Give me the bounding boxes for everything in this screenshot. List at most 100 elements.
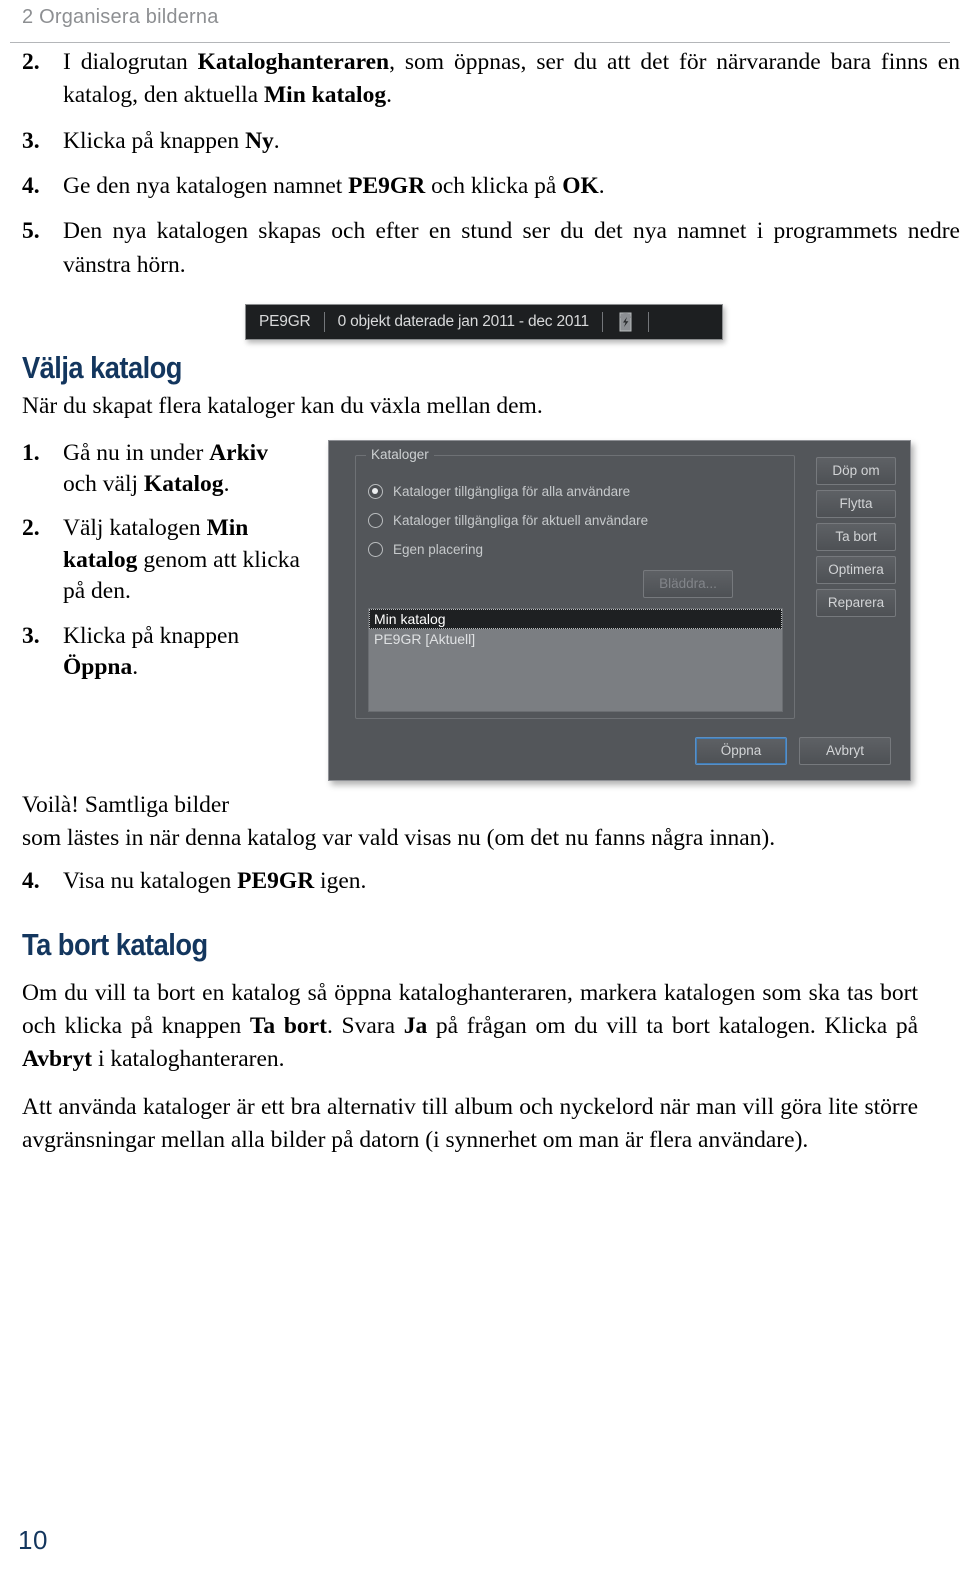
radio-button-icon	[368, 541, 383, 557]
katalog-manager-dialog: Kataloger Kataloger tillgängliga för all…	[328, 439, 911, 781]
smart-tag-icon	[619, 312, 632, 332]
kataloger-groupbox: Kataloger Kataloger tillgängliga för all…	[355, 446, 795, 719]
steps-list-top: 2. I dialogrutan Kataloghanteraren, som ö…	[0, 46, 960, 282]
emphasis-text: PE9GR	[237, 868, 315, 895]
step-number: 4.	[22, 868, 40, 895]
list-item[interactable]: PE9GR [Aktuell]	[369, 629, 782, 649]
radio-option-all-users[interactable]: Kataloger tillgängliga för alla användar…	[368, 483, 631, 499]
statusbar-catalog-name: PE9GR	[259, 313, 311, 331]
plain-text: och välj	[63, 471, 144, 497]
header-divider	[10, 42, 950, 43]
emphasis-text: Ta bort	[249, 1012, 327, 1039]
plain-text: Klicka på knappen	[63, 622, 240, 649]
section-tabort-katalog: Ta bort katalog Om du vill ta bort en ka…	[0, 927, 960, 1158]
plain-text: på frågan om du vill ta bort katalogen. …	[427, 1012, 919, 1039]
browse-button[interactable]: Bläddra...	[643, 569, 733, 598]
step-item: 4. Ge den nya katalogen namnet PE9GR och …	[0, 170, 960, 203]
step-text: Den nya katalogen skapas och efter en st…	[63, 218, 960, 277]
emphasis-text: Min katalog	[263, 82, 387, 109]
step-text: Välj katalogen Min katalog genom att kli…	[63, 515, 300, 604]
section-paragraph-1: Om du vill ta bort en katalog så öppna k…	[22, 977, 960, 1077]
plain-text: Ge den nya katalogen namnet	[63, 173, 349, 200]
emphasis-text: Arkiv	[209, 439, 268, 466]
plain-text: .	[598, 173, 605, 200]
step-item: 5. Den nya katalogen skapas och efter en …	[0, 215, 960, 282]
step-text: I dialogrutan Kataloghanteraren, som öpp…	[63, 49, 960, 108]
step-number: 2.	[22, 515, 40, 542]
rename-button[interactable]: Döp om	[816, 456, 896, 485]
emphasis-text: Avbryt	[22, 1046, 93, 1073]
delete-button[interactable]: Ta bort	[816, 522, 896, 551]
cancel-button[interactable]: Avbryt	[799, 736, 891, 765]
step-number: 2.	[22, 49, 40, 75]
plain-text: Visa nu katalogen	[63, 868, 238, 895]
radio-label: Kataloger tillgängliga för alla användar…	[393, 483, 631, 499]
emphasis-text: Katalog	[143, 471, 224, 497]
voila-line-1: Voilà! Samtliga bilder	[22, 791, 230, 818]
emphasis-text: Ny	[245, 127, 274, 154]
radio-label: Egen placering	[393, 541, 484, 557]
step-number: 5.	[22, 218, 40, 245]
step-item: 4. Visa nu katalogen PE9GR igen.	[0, 865, 960, 898]
section-title-ta-bort-katalog: Ta bort katalog	[22, 926, 208, 962]
section-title-valja-katalog: Välja katalog	[22, 350, 182, 386]
emphasis-text: Öppna	[63, 654, 133, 681]
emphasis-text: Kataloghanteraren	[197, 49, 390, 75]
step-item: 1. Gå nu in under Arkiv och välj Katalog.	[0, 438, 300, 501]
step-item: 3. Klicka på knappen Öppna.	[0, 621, 300, 684]
plain-text: och klicka på	[425, 173, 563, 200]
emphasis-text: OK	[562, 173, 599, 200]
page-content: 2. I dialogrutan Kataloghanteraren, som ö…	[0, 46, 960, 1157]
page-number: 10	[18, 1525, 48, 1555]
plain-text: .	[386, 82, 392, 109]
open-button[interactable]: Öppna	[695, 736, 787, 765]
statusbar-figure: PE9GR 0 objekt daterade jan 2011 - dec 2…	[0, 304, 960, 350]
repair-button[interactable]: Reparera	[816, 588, 896, 617]
section-paragraph-2: Att använda kataloger är ett bra alterna…	[22, 1091, 960, 1158]
groupbox-title: Kataloger	[366, 446, 434, 462]
radio-label: Kataloger tillgängliga för aktuell använ…	[393, 512, 649, 528]
plain-text: Klicka på knappen	[63, 127, 246, 154]
plain-text: .	[273, 127, 280, 154]
step-number: 3.	[22, 622, 40, 649]
plain-text: .	[223, 471, 230, 497]
step-text: Klicka på knappen Öppna.	[63, 623, 239, 680]
radio-option-current-user[interactable]: Kataloger tillgängliga för aktuell använ…	[368, 512, 649, 528]
application-statusbar: PE9GR 0 objekt daterade jan 2011 - dec 2…	[245, 304, 723, 341]
radio-button-icon	[368, 483, 383, 499]
running-head: 2 Organisera bilderna	[22, 6, 219, 28]
voila-line-2: som lästes in när denna katalog var vald…	[22, 824, 776, 851]
emphasis-text: PE9GR	[348, 173, 426, 200]
steps-list-after: 4. Visa nu katalogen PE9GR igen.	[0, 865, 960, 898]
radio-button-icon	[368, 512, 383, 528]
steps-and-dialog-figure: 1. Gå nu in under Arkiv och välj Katalog.…	[0, 438, 960, 783]
plain-text: . Svara	[326, 1012, 404, 1039]
steps-list-valja: 1. Gå nu in under Arkiv och välj Katalog.…	[0, 438, 300, 697]
step-number: 1.	[22, 439, 40, 466]
step-text: Visa nu katalogen PE9GR igen.	[63, 868, 366, 894]
step-item: 2. Välj katalogen Min katalog genom att k…	[0, 513, 300, 607]
emphasis-text: Ja	[403, 1012, 428, 1039]
step-number: 4.	[22, 173, 40, 200]
statusbar-separator	[647, 312, 649, 333]
step-item: 3. Klicka på knappen Ny.	[0, 125, 960, 158]
radio-option-custom-location[interactable]: Egen placering	[368, 541, 484, 557]
statusbar-tag-icon-cell[interactable]	[603, 312, 648, 332]
optimize-button[interactable]: Optimera	[816, 555, 896, 584]
step-text: Gå nu in under Arkiv och välj Katalog.	[63, 440, 268, 497]
step-item: 2. I dialogrutan Kataloghanteraren, som ö…	[0, 46, 960, 113]
catalog-listbox[interactable]: Min katalog PE9GR [Aktuell]	[368, 607, 783, 712]
page-header: 2 Organisera bilderna	[0, 0, 960, 46]
statusbar-info-text: 0 objekt daterade jan 2011 - dec 2011	[337, 313, 590, 331]
move-button[interactable]: Flytta	[816, 489, 896, 518]
step-number: 3.	[22, 127, 40, 154]
plain-text: igen.	[314, 868, 367, 895]
plain-text: Att använda kataloger är ett bra alterna…	[22, 1093, 918, 1154]
plain-text: Gå nu in under	[63, 439, 210, 466]
plain-text: Den nya katalogen skapas och efter en st…	[63, 218, 960, 278]
plain-text: I dialogrutan	[63, 49, 198, 75]
plain-text: Välj katalogen	[63, 515, 207, 542]
plain-text: i kataloghanteraren.	[92, 1046, 285, 1073]
step-text: Klicka på knappen Ny.	[63, 128, 280, 154]
list-item[interactable]: Min katalog	[369, 608, 782, 629]
